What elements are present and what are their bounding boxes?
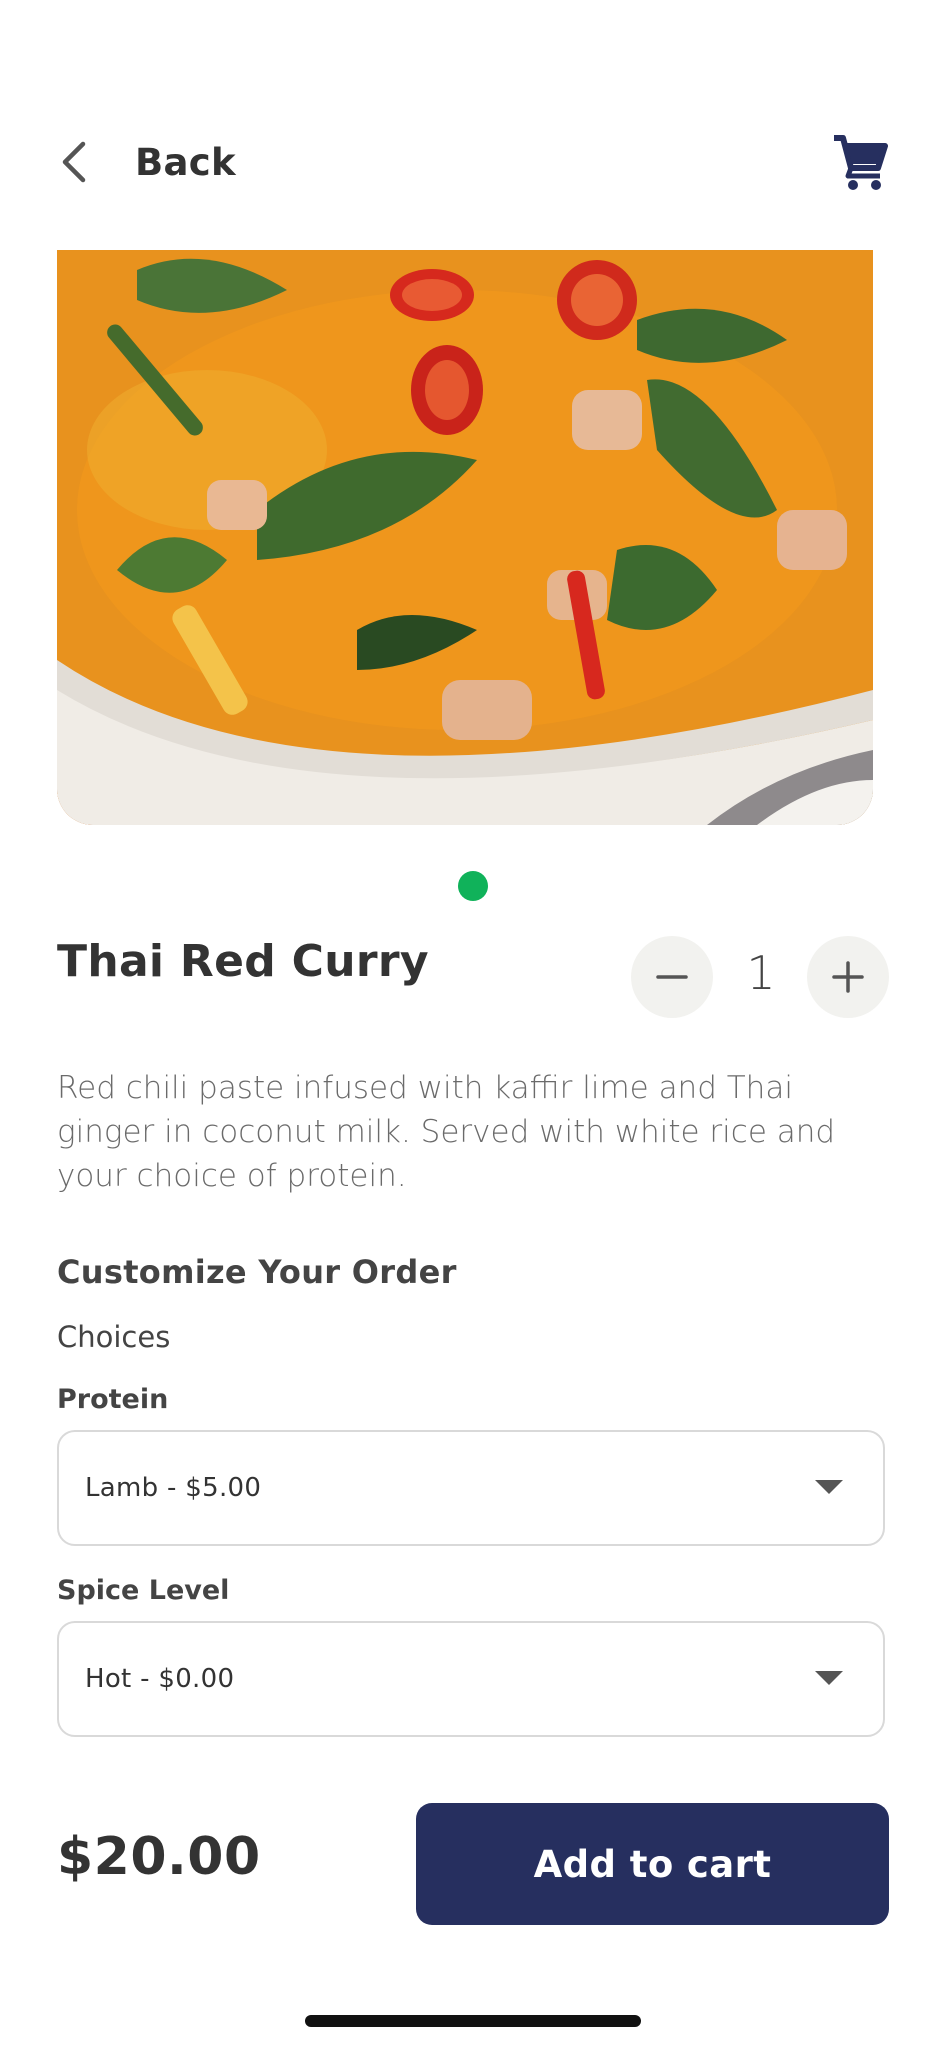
spice-selected-value: Hot - $0.00 <box>85 1664 235 1694</box>
customize-section-title: Customize Your Order <box>57 1253 457 1291</box>
spice-level-label: Spice Level <box>57 1575 230 1606</box>
back-button[interactable]: Back <box>55 134 245 190</box>
curry-illustration <box>57 250 873 825</box>
home-indicator[interactable] <box>305 2015 641 2027</box>
total-price: $20.00 <box>57 1827 261 1887</box>
carousel-dot-active[interactable] <box>458 871 488 901</box>
product-image <box>57 250 873 825</box>
plus-icon <box>832 961 864 993</box>
dropdown-arrow-icon <box>815 1671 843 1685</box>
minus-icon <box>656 975 688 979</box>
add-to-cart-button[interactable]: Add to cart <box>416 1803 889 1925</box>
protein-selected-value: Lamb - $5.00 <box>85 1473 262 1503</box>
back-label: Back <box>135 140 236 184</box>
dropdown-arrow-icon <box>815 1480 843 1494</box>
increase-quantity-button[interactable] <box>807 936 889 1018</box>
choices-label: Choices <box>57 1320 171 1354</box>
chevron-left-icon <box>62 141 86 183</box>
spice-level-select[interactable]: Hot - $0.00 <box>57 1621 885 1737</box>
cart-button[interactable] <box>832 132 888 192</box>
protein-label: Protein <box>57 1384 169 1415</box>
product-title: Thai Red Curry <box>57 936 429 987</box>
protein-select[interactable]: Lamb - $5.00 <box>57 1430 885 1546</box>
quantity-value: 1 <box>746 946 776 1000</box>
decrease-quantity-button[interactable] <box>631 936 713 1018</box>
shopping-cart-icon <box>834 135 888 190</box>
product-description: Red chili paste infused with kaffir lime… <box>57 1070 836 1194</box>
